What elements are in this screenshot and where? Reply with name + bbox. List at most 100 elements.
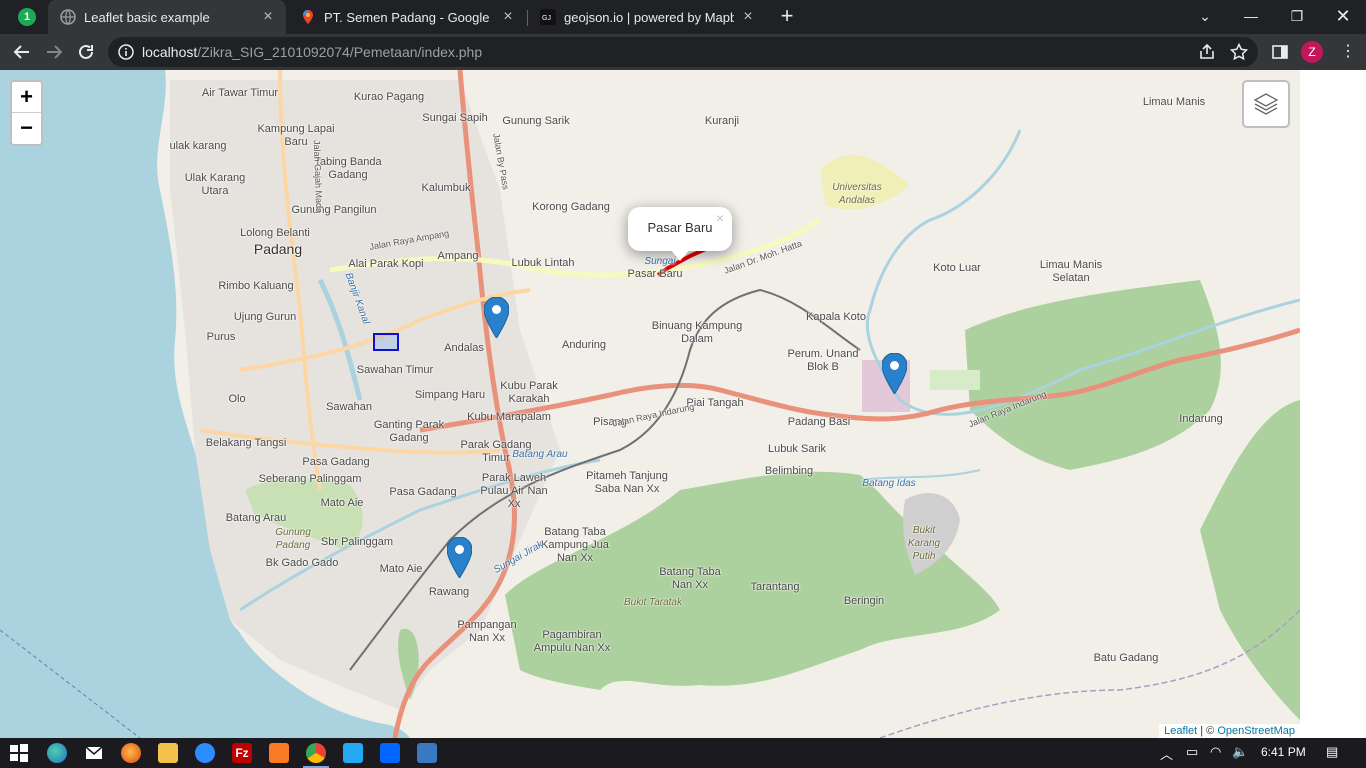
place-label: Seberang Palinggam <box>258 473 362 485</box>
close-icon[interactable]: × <box>500 9 516 25</box>
city-label: Padang <box>253 241 303 257</box>
map-marker-pin-icon[interactable] <box>484 297 509 338</box>
page-viewport: Air Tawar Timur Kurao Pagang Sungai Sapi… <box>0 70 1366 738</box>
close-icon[interactable]: × <box>740 9 756 25</box>
place-label: Purus <box>206 331 236 343</box>
tab-search-icon[interactable]: ⌄ <box>1182 0 1228 34</box>
place-label: Ampang <box>437 250 479 262</box>
place-label: Lubuk Sarik <box>767 443 827 455</box>
globe-icon <box>60 9 76 25</box>
power-automate-icon[interactable] <box>380 743 400 763</box>
volume-icon[interactable]: 🔈 <box>1232 744 1248 760</box>
whatsapp-badge-icon[interactable]: 1 <box>18 8 36 26</box>
place-label: Korong Gadang <box>532 201 610 213</box>
arrow-left-icon <box>13 45 29 59</box>
forest-area <box>1200 400 1300 720</box>
drawn-rectangle[interactable] <box>373 333 399 351</box>
taskbar-clock[interactable]: 6:41 PM <box>1261 745 1306 759</box>
place-label: Pitameh Tanjung Saba Nan Xx <box>586 470 668 495</box>
place-label: Limau Manis Selatan <box>1039 259 1103 284</box>
edge-icon[interactable] <box>47 743 67 763</box>
place-label: Sawahan <box>326 401 372 413</box>
place-label: Kapala Koto <box>806 311 866 323</box>
back-button[interactable] <box>8 38 36 66</box>
place-label: Gunung Sarik <box>502 115 570 127</box>
share-icon[interactable] <box>1198 43 1216 61</box>
filezilla-icon[interactable]: Fz <box>232 743 252 763</box>
place-label: ulak karang <box>169 140 227 152</box>
svg-text:GJ: GJ <box>542 15 551 22</box>
mail-icon[interactable] <box>84 743 104 763</box>
place-label: Pasa Gadang <box>389 486 457 498</box>
tab-google-maps[interactable]: PT. Semen Padang - Google Map × <box>288 0 526 34</box>
place-label: Kampung Lapai Baru <box>257 123 335 148</box>
tab-leaflet[interactable]: Leaflet basic example × <box>48 0 286 34</box>
wifi-icon[interactable]: ◠ <box>1210 744 1221 760</box>
windows-taskbar: Fz ︿ ▭ ◠ 🔈 6:41 PM ▤ <box>0 738 1366 768</box>
tab-title: geojson.io | powered by Mapbox <box>564 9 734 25</box>
minimize-button[interactable]: — <box>1228 0 1274 34</box>
place-label: Anduring <box>561 339 607 351</box>
place-label: Kalumbuk <box>421 182 471 194</box>
campus-field <box>930 370 980 390</box>
profile-avatar[interactable]: Z <box>1301 41 1323 63</box>
road-label: Jalan Gajah Mada <box>311 139 325 214</box>
place-label: Padang Basi <box>787 416 851 428</box>
place-label: Universitas Andalas <box>832 182 882 206</box>
close-window-button[interactable]: ✕ <box>1320 0 1366 34</box>
place-label: Pasa Gadang <box>302 456 370 468</box>
place-label: Indarung <box>1179 413 1223 425</box>
place-label: Kubu Marapalam <box>467 411 551 423</box>
xampp-icon[interactable] <box>269 743 289 763</box>
place-label: Pasar Baru <box>627 268 683 280</box>
reload-button[interactable] <box>72 38 100 66</box>
geojson-icon: GJ <box>540 9 556 25</box>
new-tab-button[interactable]: + <box>776 5 798 28</box>
popup-close-button[interactable]: × <box>716 210 724 226</box>
place-label: Lubuk Lintah <box>511 257 575 269</box>
place-label: Parak Laweh Pulau Air Nan Xx <box>480 472 548 510</box>
zoom-out-button[interactable]: − <box>12 113 41 144</box>
leaflet-link[interactable]: Leaflet <box>1164 725 1197 737</box>
place-label: Mato Aie <box>320 497 364 509</box>
info-icon[interactable] <box>118 44 134 60</box>
place-label: Belimbing <box>764 465 814 477</box>
reload-icon <box>79 44 93 59</box>
place-label: Bukit Taratak <box>624 597 682 608</box>
close-icon[interactable]: × <box>260 9 276 25</box>
side-panel-icon[interactable] <box>1271 43 1289 61</box>
zoom-in-button[interactable]: + <box>12 82 41 113</box>
place-label: Simpang Haru <box>414 389 486 401</box>
url-host: localhost <box>142 44 198 60</box>
menu-kebab-icon[interactable]: ⋮ <box>1334 38 1362 66</box>
tab-geojson[interactable]: GJ geojson.io | powered by Mapbox × <box>528 0 766 34</box>
zoom-control: + − <box>10 80 43 146</box>
map-marker-pin-icon[interactable] <box>882 353 907 394</box>
layers-control-button[interactable] <box>1242 80 1290 128</box>
bookmark-star-icon[interactable] <box>1230 43 1248 61</box>
battery-icon[interactable]: ▭ <box>1186 744 1198 760</box>
notifications-icon[interactable]: ▤ <box>1326 744 1338 760</box>
zoom-icon[interactable] <box>195 743 215 763</box>
leaflet-map[interactable]: Air Tawar Timur Kurao Pagang Sungai Sapi… <box>0 70 1300 738</box>
place-label: Ganting Parak Gadang <box>373 419 445 444</box>
place-label: Bk Gado Gado <box>265 557 339 569</box>
map-attribution: Leaflet | © OpenStreetMap <box>1159 724 1300 738</box>
place-label: Mato Aie <box>379 563 423 575</box>
arrow-right-icon <box>47 45 63 59</box>
chrome-icon[interactable] <box>306 743 326 763</box>
tray-chevron-icon[interactable]: ︿ <box>1160 744 1173 763</box>
url-text[interactable]: localhost/Zikra_SIG_2101092074/Pemetaan/… <box>142 44 482 60</box>
map-popup: Pasar Baru × <box>628 207 732 261</box>
osm-link[interactable]: OpenStreetMap <box>1217 725 1295 737</box>
forward-button[interactable] <box>40 38 68 66</box>
windows-start-icon[interactable] <box>9 743 29 763</box>
photos-icon[interactable] <box>417 743 437 763</box>
firefox-icon[interactable] <box>121 743 141 763</box>
address-bar[interactable]: localhost/Zikra_SIG_2101092074/Pemetaan/… <box>108 37 1258 67</box>
map-marker-pin-icon[interactable] <box>447 537 472 578</box>
vscode-icon[interactable] <box>343 743 363 763</box>
file-explorer-icon[interactable] <box>158 743 178 763</box>
place-label: Alai Parak Kopi <box>348 258 424 270</box>
restore-button[interactable]: ❐ <box>1274 0 1320 34</box>
